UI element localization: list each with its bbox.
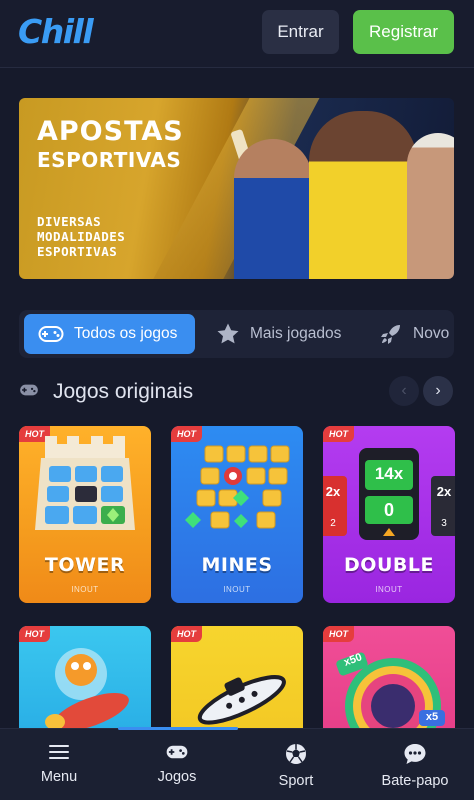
game-category-tabs: Todos os jogos Mais jogados Novo (19, 310, 454, 358)
soccer-ball-icon (286, 744, 306, 764)
chat-icon (404, 744, 426, 764)
game-title: TOWER (44, 554, 126, 576)
login-button[interactable]: Entrar (262, 10, 339, 54)
tab-most-played[interactable]: Mais jogados (216, 314, 341, 354)
nav-games-label: Jogos (157, 769, 197, 785)
carousel-next-button[interactable]: › (423, 376, 453, 406)
chill-logo[interactable]: Chill (18, 12, 94, 51)
tower-game-art (35, 436, 135, 530)
nav-menu-label: Menu (40, 769, 78, 785)
tab-new-label: Novo (413, 325, 450, 342)
carousel-prev-button[interactable]: ‹ (389, 376, 419, 406)
banner-title-line1: APOSTAS (37, 116, 184, 147)
double-center-multiplier: 14x (374, 464, 404, 483)
star-icon (217, 323, 239, 344)
gamepad-icon (20, 384, 38, 396)
nav-games[interactable]: Jogos (118, 729, 236, 800)
game-card-tower[interactable]: HOT TOWER INOUT (19, 426, 151, 603)
banner-title-line2: ESPORTIVAS (37, 148, 182, 172)
original-games-header: Jogos originais ‹ › (19, 372, 454, 412)
chevron-left-icon: ‹ (401, 382, 407, 399)
athlete-cricket-image (234, 139, 312, 279)
rocket-game-art (45, 648, 129, 731)
nav-sport-label: Sport (278, 773, 314, 789)
submarine-game-art (197, 675, 286, 725)
tab-new[interactable]: Novo (379, 314, 449, 354)
sports-betting-banner[interactable]: APOSTAS ESPORTIVAS DIVERSAS MODALIDADES … (19, 98, 454, 279)
double-left-multiplier: 2x (325, 484, 341, 499)
tab-all-games-label: Todos os jogos (74, 325, 178, 342)
mines-game-art (185, 445, 290, 529)
banner-title: APOSTAS ESPORTIVAS (37, 118, 184, 174)
double-left-value: 2 (330, 518, 336, 529)
game-provider: INOUT (375, 585, 403, 594)
tab-most-played-label: Mais jogados (250, 325, 342, 342)
nav-chat-label: Bate-papo (381, 773, 449, 789)
nav-sport[interactable]: Sport (237, 729, 355, 800)
double-right-value: 3 (441, 518, 447, 529)
game-title: DOUBLE (344, 554, 434, 576)
app-page: Chill Entrar Registrar APOSTAS ESPORTIVA… (0, 0, 474, 800)
nav-chat[interactable]: Bate-papo (356, 729, 474, 800)
banner-subtitle: DIVERSAS MODALIDADES ESPORTIVAS (37, 214, 126, 259)
bottom-navigation: Menu Jogos Sport Bate-papo (0, 727, 474, 800)
double-center-value: 0 (383, 500, 394, 520)
chevron-right-icon: › (435, 382, 441, 399)
rocket-icon (381, 325, 400, 344)
tab-all-games[interactable]: Todos os jogos (24, 314, 195, 354)
athlete-soccer-image (309, 111, 417, 279)
top-header: Chill Entrar Registrar (0, 0, 474, 68)
register-button[interactable]: Registrar (353, 10, 454, 54)
game-provider: INOUT (223, 585, 251, 594)
menu-icon (49, 745, 69, 759)
athlete-fighter-image (407, 133, 454, 279)
game-card-mines[interactable]: HOT MINES INOUT (171, 426, 303, 603)
game-card-double[interactable]: HOT 14x 0 2x 2 2x 3 DOUBLE INOUT (323, 426, 455, 603)
wheel-multiplier-bottom: x5 (425, 711, 439, 723)
game-title: MINES (201, 554, 273, 576)
section-title: Jogos originais (53, 380, 194, 403)
double-right-multiplier: 2x (436, 484, 452, 499)
game-provider: INOUT (71, 585, 99, 594)
gamepad-icon (166, 745, 188, 759)
gamepad-icon (38, 326, 64, 342)
nav-menu[interactable]: Menu (0, 729, 118, 800)
